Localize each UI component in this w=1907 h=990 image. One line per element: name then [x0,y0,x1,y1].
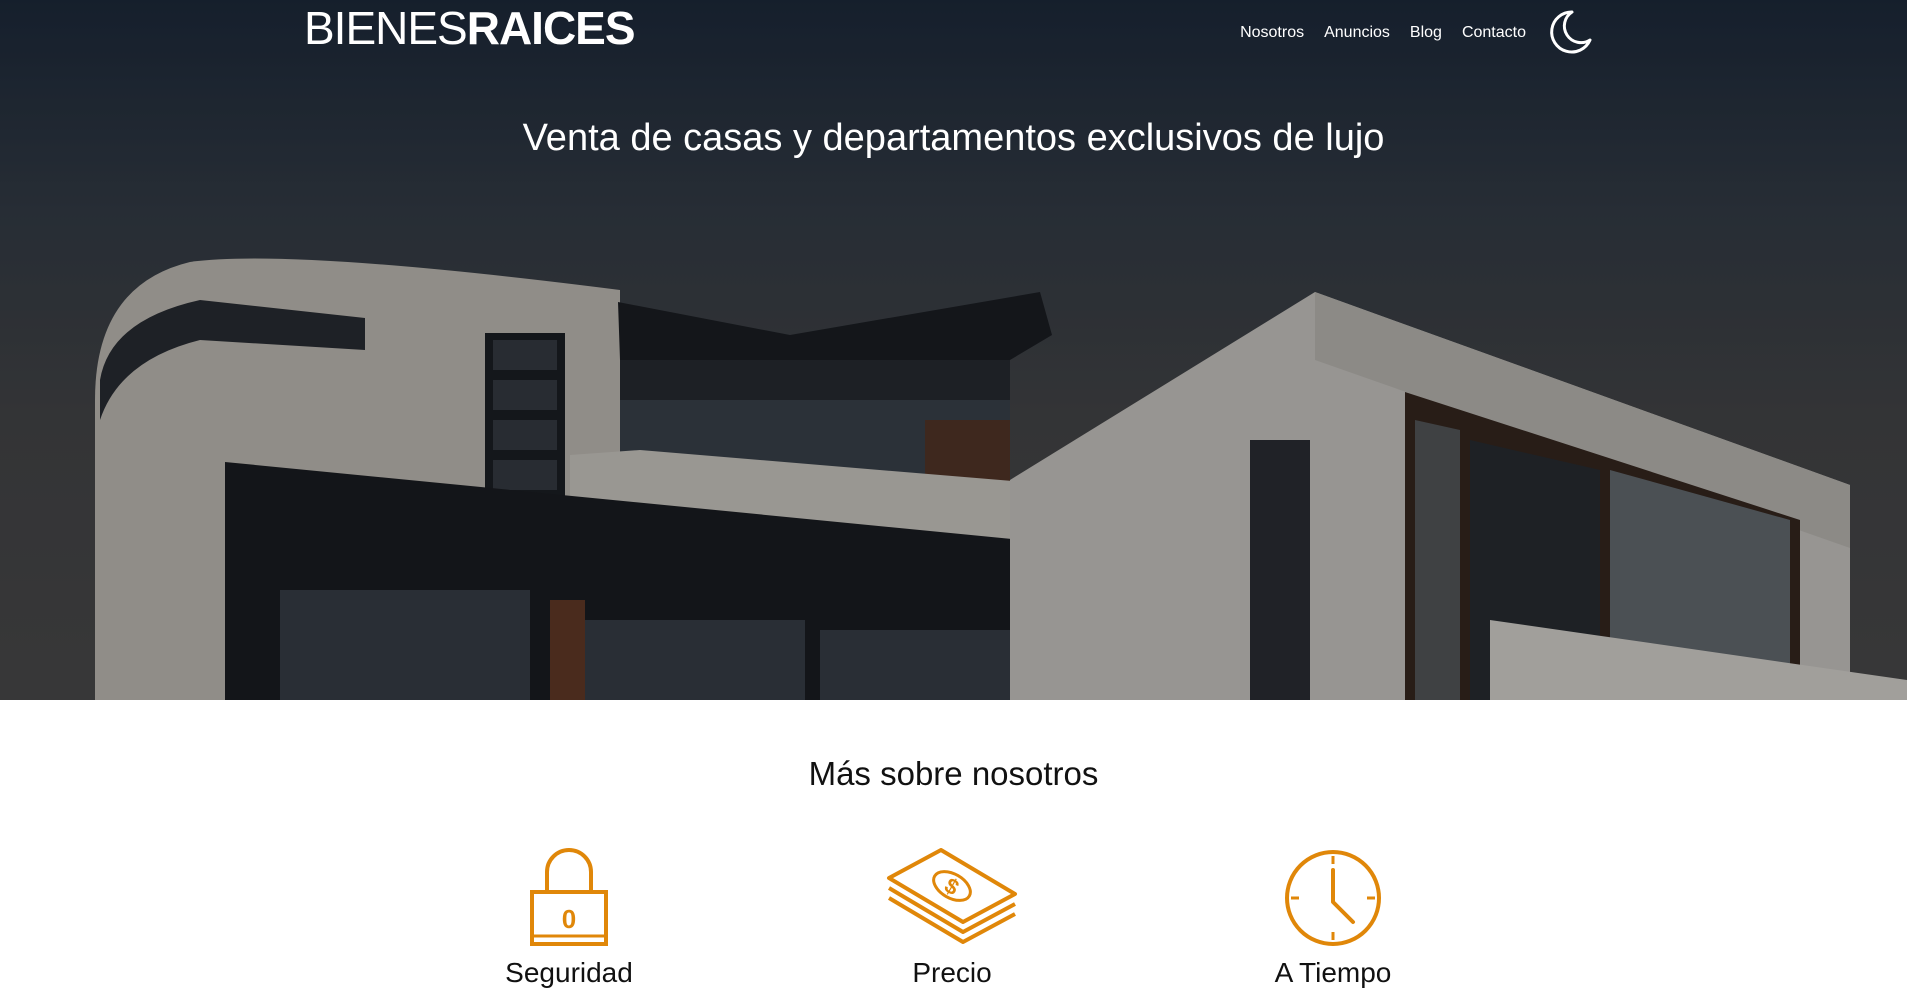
hero-header: BIENESRAICES Nosotros Anuncios Blog Cont… [0,0,1907,700]
svg-text:0: 0 [562,904,576,934]
main-navigation: Nosotros Anuncios Blog Contacto [1240,21,1526,45]
feature-title-price: Precio [912,957,992,988]
money-icon: $ [887,848,1017,944]
feature-security: 0 Seguridad [439,848,699,990]
moon-icon [1550,10,1592,54]
logo-bold-text: RAICES [466,2,636,54]
nav-link-anuncios[interactable]: Anuncios [1324,21,1390,45]
top-bar: BIENESRAICES Nosotros Anuncios Blog Cont… [0,0,1907,70]
nav-link-blog[interactable]: Blog [1410,21,1442,45]
nav-link-nosotros[interactable]: Nosotros [1240,21,1304,45]
dark-mode-toggle[interactable] [1546,8,1594,56]
about-title: Más sobre nosotros [808,755,1099,792]
lock-icon: 0 [530,848,608,946]
svg-text:$: $ [940,873,963,901]
logo-light-text: BIENES [304,2,468,54]
feature-title-security: Seguridad [505,957,633,988]
feature-price: $ Precio [822,848,1082,990]
about-section: Más sobre nosotros 0 Seguridad $ Precio [0,700,1907,988]
feature-on-time: A Tiempo [1203,848,1463,990]
feature-title-on-time: A Tiempo [1274,957,1392,988]
hero-title: Venta de casas y departamentos exclusivo… [522,117,1385,159]
site-logo[interactable]: BIENESRAICES [304,2,636,54]
nav-link-contacto[interactable]: Contacto [1462,21,1526,45]
clock-icon [1285,850,1381,946]
hero-dark-overlay [0,0,1907,700]
